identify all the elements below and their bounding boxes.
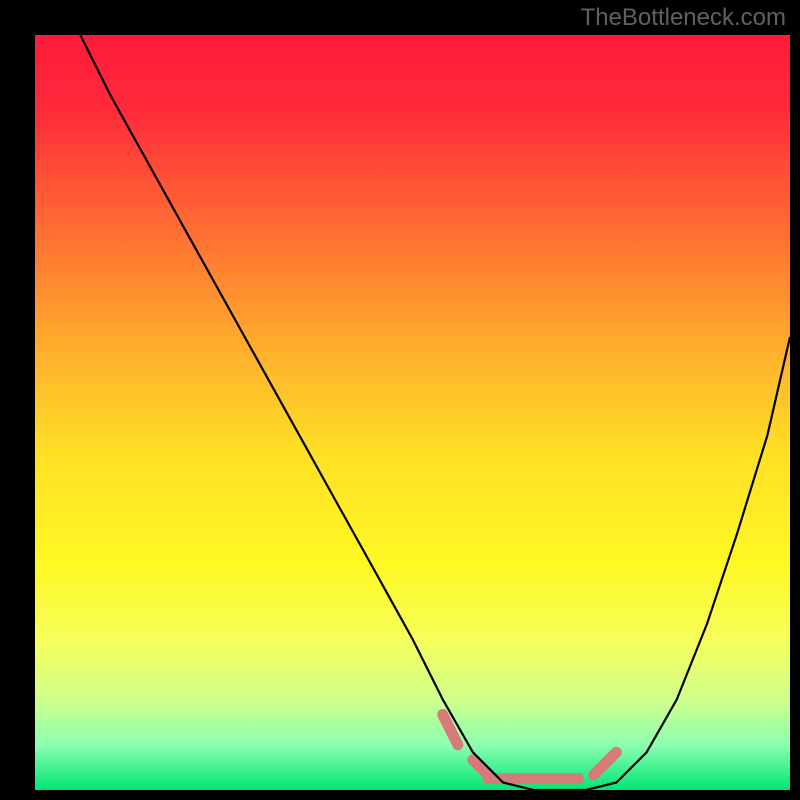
bottleneck-chart [0,0,800,800]
chart-container: { "watermark": "TheBottleneck.com", "cha… [0,0,800,800]
plot-background [35,35,790,790]
watermark-label: TheBottleneck.com [581,4,786,32]
